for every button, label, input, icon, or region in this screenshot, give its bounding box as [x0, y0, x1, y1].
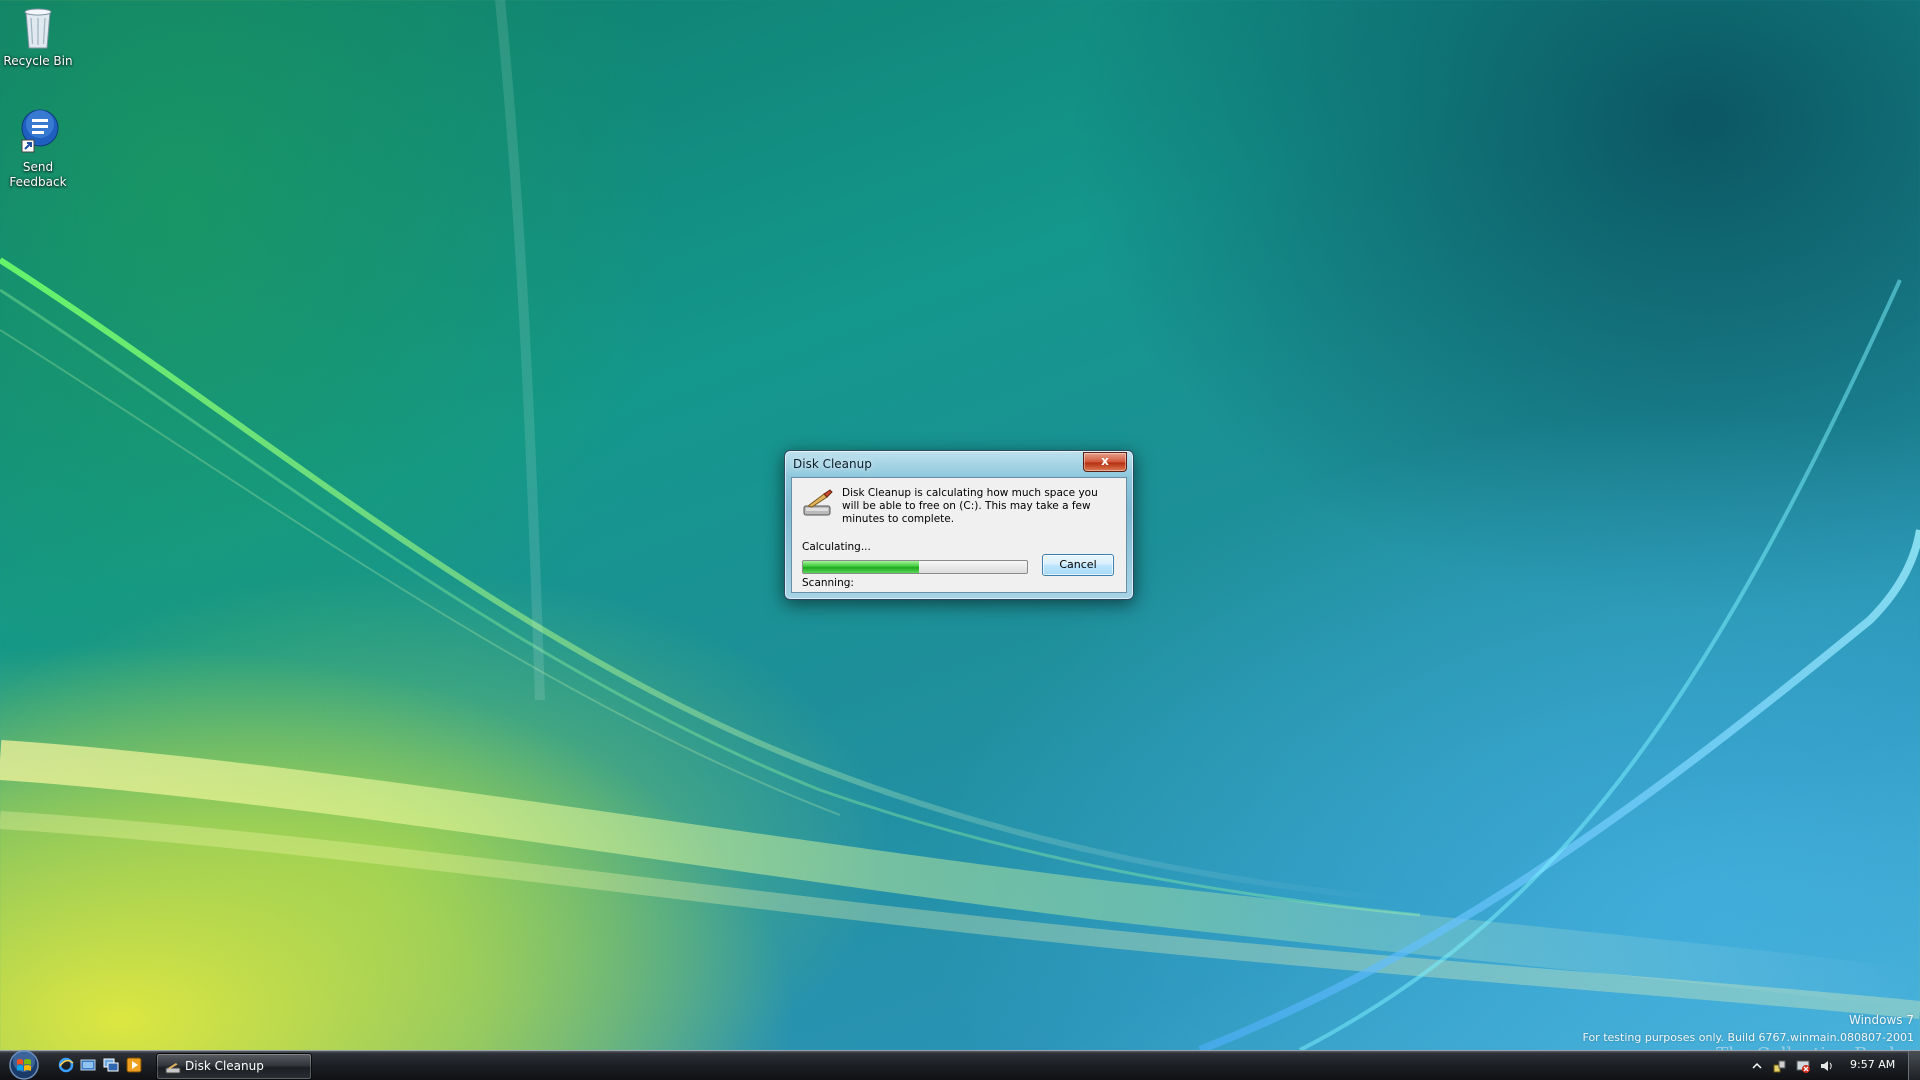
network-icon[interactable]	[1773, 1058, 1787, 1073]
disk-cleanup-icon	[802, 488, 834, 520]
desktop-icon-label: Send Feedback	[9, 160, 67, 189]
progress-bar-fill	[803, 561, 920, 573]
taskbar-clock[interactable]: 9:57 AM	[1850, 1051, 1895, 1079]
feedback-icon	[14, 108, 62, 156]
media-player-icon[interactable]	[126, 1057, 142, 1073]
switch-windows-icon[interactable]	[103, 1057, 119, 1073]
dialog-client-area: Disk Cleanup is calculating how much spa…	[791, 477, 1127, 593]
build-watermark: For testing purposes only. Build 6767.wi…	[1582, 1031, 1914, 1044]
disk-cleanup-dialog: Disk Cleanup x Disk Cleanup is calculati…	[784, 450, 1134, 600]
dialog-title: Disk Cleanup	[793, 457, 872, 471]
desktop-icon-send-feedback[interactable]: Send Feedback	[0, 108, 76, 190]
status-label: Calculating...	[802, 541, 871, 553]
disk-cleanup-icon	[165, 1059, 181, 1074]
action-center-icon[interactable]	[1796, 1058, 1810, 1073]
taskbar-item-label: Disk Cleanup	[185, 1059, 264, 1073]
show-hidden-icons-chevron[interactable]	[1750, 1058, 1764, 1072]
os-watermark: Windows 7	[1848, 1013, 1914, 1027]
desktop-icon-label: Recycle Bin	[3, 54, 73, 68]
recycle-bin-icon	[14, 2, 62, 50]
internet-explorer-icon[interactable]	[58, 1057, 74, 1073]
progress-bar	[802, 560, 1028, 574]
taskbar-item-disk-cleanup[interactable]: Disk Cleanup	[156, 1053, 312, 1080]
show-desktop-icon[interactable]	[80, 1057, 96, 1073]
desktop-icon-recycle-bin[interactable]: Recycle Bin	[0, 2, 76, 69]
dialog-message: Disk Cleanup is calculating how much spa…	[842, 487, 1098, 525]
scanning-label: Scanning:	[802, 577, 854, 589]
close-button[interactable]: x	[1083, 452, 1127, 472]
start-button[interactable]	[6, 1049, 42, 1080]
show-desktop-button[interactable]	[1908, 1051, 1920, 1080]
volume-icon[interactable]	[1820, 1058, 1834, 1072]
cancel-button[interactable]: Cancel	[1042, 554, 1114, 576]
